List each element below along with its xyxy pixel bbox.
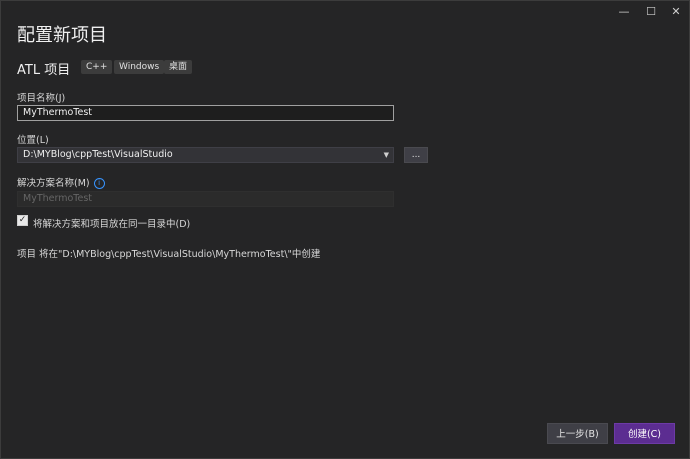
solution-name-label-row: 解决方案名称(M) i: [17, 175, 105, 189]
check-icon: ✓: [18, 215, 27, 225]
solution-name-label: 解决方案名称(M): [17, 178, 90, 189]
tag-windows: Windows: [114, 60, 165, 74]
same-directory-label[interactable]: 将解决方案和项目放在同一目录中(D): [33, 216, 190, 230]
location-value: D:\MYBlog\cppTest\VisualStudio: [23, 149, 173, 160]
project-name-label: 项目名称(J): [17, 93, 66, 104]
location-label: 位置(L): [17, 135, 49, 146]
project-path-summary: 项目 将在"D:\MYBlog\cppTest\VisualStudio\MyT…: [17, 249, 321, 260]
back-button[interactable]: 上一步(B): [547, 423, 608, 444]
dialog-window: — ☐ ✕ 配置新项目 ATL 项目 C++ Windows 桌面 项目名称(J…: [0, 0, 690, 459]
tag-desktop: 桌面: [164, 60, 193, 74]
browse-button[interactable]: ...: [404, 147, 428, 163]
project-type-title: ATL 项目: [17, 63, 71, 78]
project-name-value: MyThermoTest: [23, 107, 93, 118]
chevron-down-icon[interactable]: ▼: [384, 148, 389, 162]
location-select[interactable]: D:\MYBlog\cppTest\VisualStudio ▼: [17, 147, 394, 163]
solution-name-input: MyThermoTest: [17, 191, 394, 207]
minimize-button[interactable]: —: [613, 5, 635, 19]
page-title: 配置新项目: [17, 25, 107, 46]
tag-cpp: C++: [81, 60, 113, 74]
info-icon[interactable]: i: [93, 178, 105, 189]
close-button[interactable]: ✕: [665, 5, 687, 19]
same-directory-checkbox[interactable]: ✓: [17, 215, 28, 226]
create-button[interactable]: 创建(C): [614, 423, 675, 444]
solution-name-value: MyThermoTest: [23, 193, 93, 204]
maximize-button[interactable]: ☐: [640, 5, 662, 19]
project-name-input[interactable]: MyThermoTest: [17, 105, 394, 121]
